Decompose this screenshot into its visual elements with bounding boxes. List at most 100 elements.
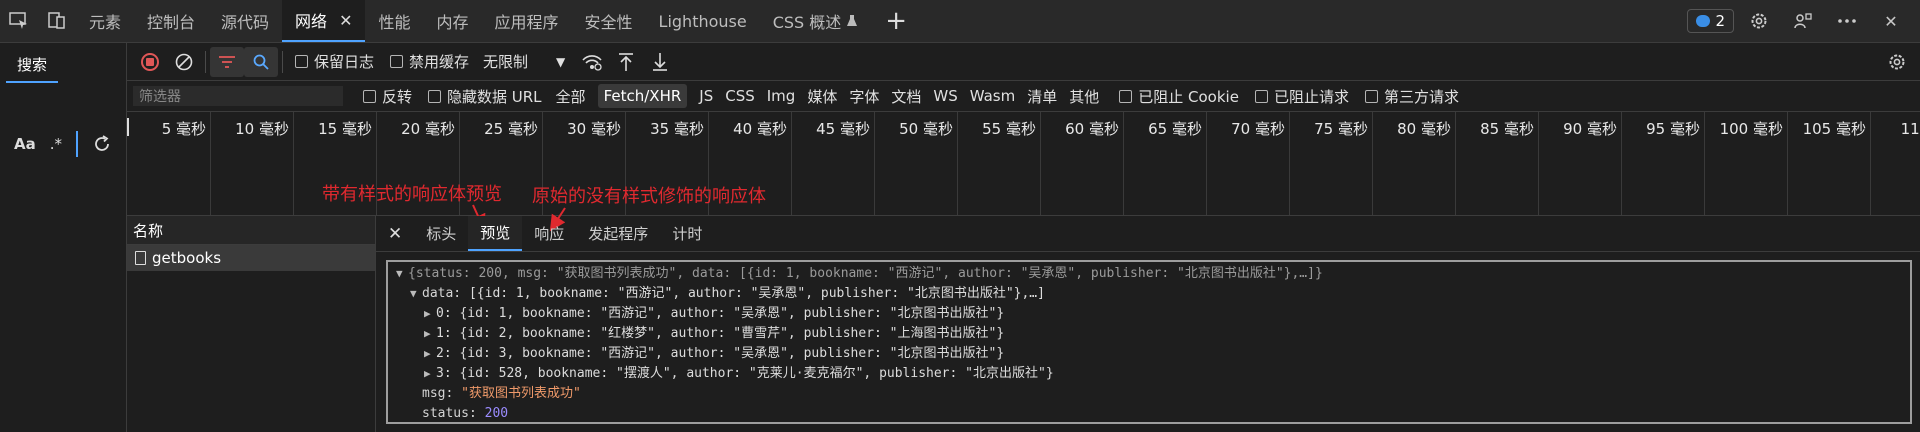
dropdown-caret-icon: ▼ — [556, 54, 566, 69]
tab-sources[interactable]: 源代码 — [208, 0, 282, 42]
timeline-tick-label: 85 毫秒 — [1480, 120, 1534, 138]
filter-type-ws[interactable]: WS — [933, 87, 957, 105]
search-options: Aa .* — [0, 127, 126, 161]
json-data-summary: [{id: 1, bookname: "西游记", author: "吴承恩",… — [468, 286, 1045, 301]
search-button[interactable] — [244, 46, 278, 77]
tab-network[interactable]: 网络 ✕ — [282, 0, 366, 42]
invert-checkbox[interactable]: 反转 — [363, 86, 412, 107]
filter-type-img[interactable]: Img — [767, 87, 796, 105]
tab-performance[interactable]: 性能 — [365, 0, 423, 42]
tab-headers[interactable]: 标头 — [414, 216, 468, 251]
json-item-text: 1: {id: 2, bookname: "红楼梦", author: "曹雪芹… — [436, 326, 1005, 341]
clear-button[interactable] — [167, 47, 201, 77]
remote-devices-icon[interactable] — [1784, 0, 1822, 42]
close-devtools-icon[interactable]: ✕ — [1872, 0, 1910, 42]
tab-css-overview[interactable]: CSS 概述 — [760, 0, 872, 42]
import-har-button[interactable] — [609, 47, 643, 77]
filter-type-css[interactable]: CSS — [725, 87, 755, 105]
filter-type-fetch-xhr[interactable]: Fetch/XHR — [597, 84, 688, 108]
expanded-triangle-icon: ▼ — [396, 267, 403, 280]
timeline-tick-label: 95 毫秒 — [1646, 120, 1700, 138]
more-tools-plus-icon[interactable]: + — [871, 0, 921, 42]
filter-type-js[interactable]: JS — [699, 87, 713, 105]
third-party-checkbox[interactable]: 第三方请求 — [1364, 86, 1459, 107]
issues-count: 2 — [1715, 12, 1725, 30]
network-settings-button[interactable] — [1880, 47, 1914, 77]
timeline-tick-label: 100 毫秒 — [1719, 120, 1783, 138]
device-emulation-icon[interactable] — [38, 0, 76, 42]
filter-bar: 筛选器 反转 隐藏数据 URL 全部 Fetch/XHR JS CSS Img … — [127, 81, 1920, 112]
more-options-icon[interactable] — [1828, 0, 1866, 42]
filter-toggle-button[interactable] — [210, 46, 244, 77]
json-status-row: status: 200 — [388, 404, 1910, 424]
record-button[interactable] — [133, 47, 167, 77]
request-row-getbooks[interactable]: getbooks — [127, 245, 375, 271]
top-right-tools: 2 ✕ — [1687, 0, 1910, 42]
json-array-item[interactable]: ▶ 0: {id: 1, bookname: "西游记", author: "吴承… — [388, 304, 1910, 324]
timeline-tick-label: 60 毫秒 — [1065, 120, 1119, 138]
filter-type-other[interactable]: 其他 — [1069, 86, 1099, 107]
close-tab-icon[interactable]: ✕ — [339, 11, 352, 30]
tab-memory[interactable]: 内存 — [423, 0, 481, 42]
close-detail-icon[interactable]: ✕ — [376, 224, 414, 244]
collapsed-triangle-icon: ▶ — [424, 367, 431, 380]
json-msg-row: msg: "获取图书列表成功" — [388, 384, 1910, 404]
blocked-requests-checkbox[interactable]: 已阻止请求 — [1254, 86, 1349, 107]
match-case-button[interactable]: Aa — [14, 135, 36, 153]
filter-type-doc[interactable]: 文档 — [891, 86, 921, 107]
json-array-item[interactable]: ▶ 3: {id: 528, bookname: "摆渡人", author: "… — [388, 364, 1910, 384]
tab-preview[interactable]: 预览 — [468, 216, 523, 251]
json-data-row[interactable]: ▼ data: [{id: 1, bookname: "西游记", author:… — [388, 284, 1910, 304]
checkbox-box — [295, 55, 308, 68]
tab-security[interactable]: 安全性 — [572, 0, 646, 42]
json-key-status: status: — [422, 406, 477, 421]
throttling-value: 无限制 — [483, 53, 529, 71]
tab-lighthouse[interactable]: Lighthouse — [646, 0, 760, 42]
checkbox-box — [1364, 89, 1378, 103]
filter-type-manifest[interactable]: 清单 — [1027, 86, 1057, 107]
filter-type-wasm[interactable]: Wasm — [970, 87, 1016, 105]
collapsed-triangle-icon: ▶ — [424, 327, 431, 340]
request-list: 名称 getbooks — [127, 216, 376, 432]
tab-timing[interactable]: 计时 — [660, 216, 714, 251]
request-detail-pane: ✕ 标头 预览 响应 发起程序 计时 ▼ {status: 200, msg: "… — [376, 216, 1920, 432]
regex-button[interactable]: .* — [50, 135, 62, 153]
filter-input[interactable]: 筛选器 — [133, 86, 343, 106]
filter-type-media[interactable]: 媒体 — [807, 86, 837, 107]
tab-initiator[interactable]: 发起程序 — [576, 216, 660, 251]
preserve-log-checkbox[interactable]: 保留日志 — [295, 51, 374, 72]
invert-label: 反转 — [382, 87, 413, 106]
timeline-tick-label: 30 毫秒 — [567, 120, 621, 138]
tab-elements[interactable]: 元素 — [76, 0, 134, 42]
inspect-element-icon[interactable] — [0, 0, 38, 42]
tab-application[interactable]: 应用程序 — [482, 0, 572, 42]
blocked-cookies-checkbox[interactable]: 已阻止 Cookie — [1119, 86, 1239, 107]
json-item-text: 2: {id: 3, bookname: "西游记", author: "吴承恩… — [436, 346, 1005, 361]
timeline-tick-label: 35 毫秒 — [650, 120, 704, 138]
throttling-select[interactable]: 无限制 ▼ — [483, 51, 565, 72]
issues-badge[interactable]: 2 — [1687, 9, 1734, 33]
search-input-caret[interactable] — [76, 131, 79, 157]
upload-icon — [619, 52, 634, 71]
json-array-item[interactable]: ▶ 1: {id: 2, bookname: "红楼梦", author: "曹雪… — [388, 324, 1910, 344]
export-har-button[interactable] — [643, 47, 677, 77]
network-toolbar: 保留日志 禁用缓存 无限制 ▼ — [127, 43, 1920, 81]
json-array-item[interactable]: ▶ 2: {id: 3, bookname: "西游记", author: "吴承… — [388, 344, 1910, 364]
hide-data-url-checkbox[interactable]: 隐藏数据 URL — [428, 86, 542, 107]
timeline-tick-label: 65 毫秒 — [1148, 120, 1202, 138]
json-root-summary: {status: 200, msg: "获取图书列表成功", data: [{i… — [408, 266, 1323, 281]
filter-type-all[interactable]: 全部 — [556, 86, 586, 107]
network-conditions-button[interactable] — [575, 47, 609, 77]
tab-console[interactable]: 控制台 — [134, 0, 208, 42]
tab-search[interactable]: 搜索 — [6, 47, 58, 83]
timeline-tick-label: 25 毫秒 — [484, 120, 538, 138]
name-column-header[interactable]: 名称 — [127, 216, 375, 245]
filter-type-font[interactable]: 字体 — [849, 86, 879, 107]
tab-response[interactable]: 响应 — [522, 216, 576, 251]
json-root-row[interactable]: ▼ {status: 200, msg: "获取图书列表成功", data: [{… — [388, 264, 1910, 284]
disable-cache-checkbox[interactable]: 禁用缓存 — [390, 51, 469, 72]
settings-gear-icon[interactable] — [1740, 0, 1778, 42]
timeline-tick-label: 50 毫秒 — [899, 120, 953, 138]
disable-cache-label: 禁用缓存 — [409, 53, 470, 71]
refresh-icon[interactable] — [92, 134, 112, 154]
